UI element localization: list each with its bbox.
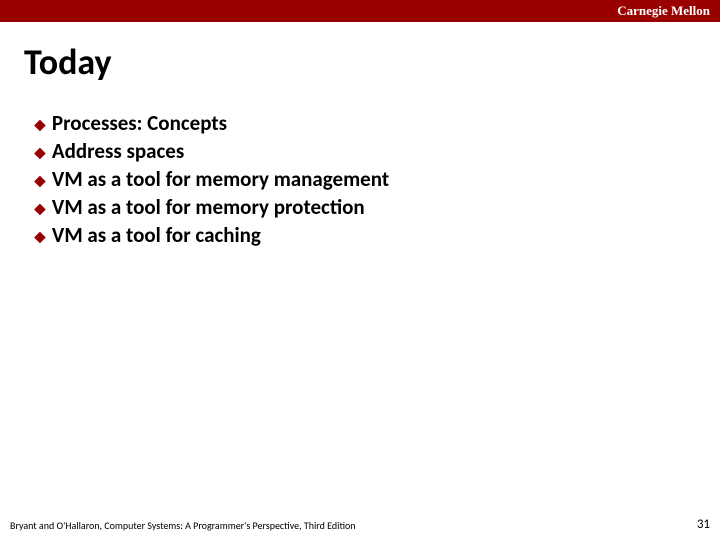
bullet-list: ⬥ Processes: Concepts ⬥ Address spaces ⬥… [34,110,720,248]
list-item: ⬥ Processes: Concepts [34,110,720,136]
bullet-text: VM as a tool for caching [52,222,261,248]
list-item: ⬥ VM as a tool for memory management [34,166,720,192]
slide-title: Today [24,40,720,84]
bullet-icon: ⬥ [34,116,46,133]
bullet-icon: ⬥ [34,172,46,189]
institution-name: Carnegie Mellon [617,3,710,19]
bullet-text: Processes: Concepts [52,110,227,136]
bullet-text: Address spaces [52,138,184,164]
list-item: ⬥ Address spaces [34,138,720,164]
footer-citation: Bryant and O'Hallaron, Computer Systems:… [10,519,356,532]
list-item: ⬥ VM as a tool for caching [34,222,720,248]
header-bar: Carnegie Mellon [0,0,720,22]
page-number: 31 [697,517,710,532]
bullet-icon: ⬥ [34,144,46,161]
bullet-icon: ⬥ [34,228,46,245]
bullet-text: VM as a tool for memory management [52,166,389,192]
bullet-text: VM as a tool for memory protection [52,194,365,220]
footer: Bryant and O'Hallaron, Computer Systems:… [10,517,710,532]
bullet-icon: ⬥ [34,200,46,217]
list-item: ⬥ VM as a tool for memory protection [34,194,720,220]
